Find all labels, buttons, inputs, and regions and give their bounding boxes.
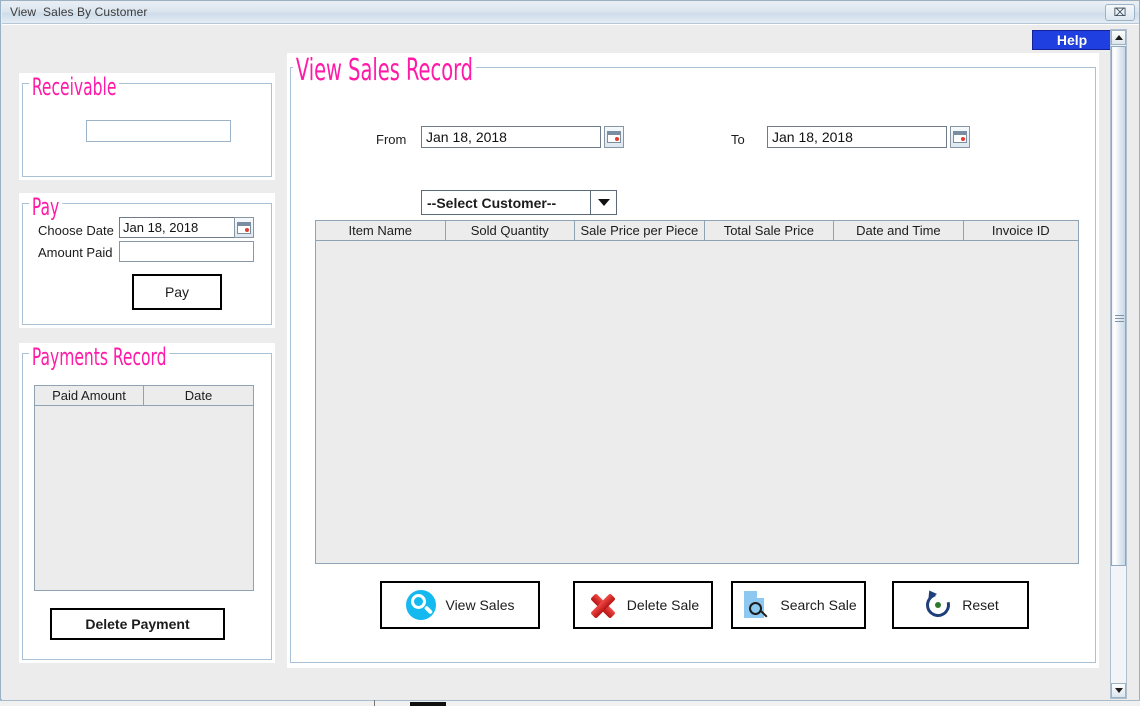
calendar-icon	[237, 221, 251, 234]
choose-date-label: Choose Date	[38, 223, 114, 238]
column-header[interactable]: Sale Price per Piece	[575, 221, 705, 241]
scrollbar-thumb[interactable]	[1111, 46, 1126, 566]
receivable-amount-input[interactable]	[86, 120, 231, 142]
from-date-field[interactable]: Jan 18, 2018	[421, 126, 601, 148]
payments-record-legend: Payments Record	[29, 345, 170, 369]
sales-records-table[interactable]: Item Name Sold Quantity Sale Price per Pie…	[315, 220, 1079, 564]
view-sales-button[interactable]: View Sales	[380, 581, 540, 629]
table-header-row: Item Name Sold Quantity Sale Price per Pie…	[316, 221, 1078, 241]
column-header[interactable]: Item Name	[316, 221, 446, 241]
column-header[interactable]: Sold Quantity	[445, 221, 576, 241]
magnifier-icon	[405, 589, 437, 621]
chevron-down-icon[interactable]	[590, 191, 616, 214]
calendar-icon	[607, 131, 621, 143]
search-sale-button[interactable]: Search Sale	[731, 581, 866, 629]
background-window-divider	[374, 700, 375, 706]
payments-record-table[interactable]: Paid Amount Date	[34, 385, 254, 591]
help-button[interactable]: Help	[1032, 30, 1112, 50]
delete-payment-button[interactable]: Delete Payment	[50, 608, 225, 640]
delete-sale-button[interactable]: Delete Sale	[573, 581, 713, 629]
pay-button[interactable]: Pay	[132, 274, 222, 310]
document-search-icon	[740, 589, 772, 621]
customer-select-value: --Select Customer--	[427, 194, 557, 211]
search-sale-label: Search Sale	[780, 597, 857, 613]
close-button[interactable]: ⌧	[1105, 4, 1135, 21]
reset-label: Reset	[962, 597, 999, 613]
title-bar: View Sales By Customer ⌧	[2, 2, 1139, 24]
column-header[interactable]: Total Sale Price	[704, 221, 835, 241]
to-label: To	[731, 132, 745, 147]
pay-legend: Pay	[29, 195, 63, 219]
vertical-scrollbar[interactable]	[1110, 29, 1127, 699]
calendar-icon	[953, 131, 967, 143]
table-header-row: Paid Amount Date	[35, 386, 253, 406]
to-date-picker-button[interactable]	[950, 126, 970, 148]
to-date-field[interactable]: Jan 18, 2018	[767, 126, 947, 148]
scrollbar-grip-icon	[1115, 315, 1124, 322]
customer-select-dropdown[interactable]: --Select Customer--	[421, 190, 617, 215]
pay-date-picker-button[interactable]	[234, 217, 254, 238]
background-window-strip	[0, 700, 1140, 706]
scroll-up-arrow-icon[interactable]	[1111, 30, 1126, 45]
amount-paid-label: Amount Paid	[38, 245, 113, 260]
background-window-marker	[410, 702, 446, 706]
column-header[interactable]: Invoice ID	[963, 221, 1078, 241]
from-date-picker-button[interactable]	[604, 126, 624, 148]
payments-record-panel: Payments Record Paid Amount Date Delete P…	[19, 343, 275, 663]
receivable-legend: Receivable	[29, 75, 120, 99]
view-sales-record-panel: View Sales Record From Jan 18, 2018 To J…	[287, 53, 1099, 668]
refresh-icon	[921, 587, 955, 622]
application-window: View Sales By Customer ⌧ Help Receivable…	[0, 0, 1140, 700]
client-area: Help Receivable Pay Choose Date Jan 18, …	[2, 24, 1139, 700]
reset-button[interactable]: Reset	[892, 581, 1029, 629]
view-sales-record-legend: View Sales Record	[293, 56, 476, 86]
column-header[interactable]: Date	[144, 386, 253, 406]
view-sales-label: View Sales	[445, 597, 515, 613]
receivable-panel: Receivable	[19, 73, 275, 180]
column-header[interactable]: Date and Time	[834, 221, 964, 241]
pay-panel: Pay Choose Date Jan 18, 2018 Amount Paid…	[19, 193, 275, 328]
pay-date-field[interactable]: Jan 18, 2018	[119, 217, 240, 238]
column-header[interactable]: Paid Amount	[35, 386, 144, 406]
delete-sale-label: Delete Sale	[626, 597, 700, 613]
amount-paid-input[interactable]	[119, 241, 254, 262]
from-label: From	[376, 132, 407, 147]
scroll-down-arrow-icon[interactable]	[1111, 683, 1126, 698]
red-x-icon	[587, 589, 619, 621]
window-title: View Sales By Customer	[10, 5, 148, 19]
